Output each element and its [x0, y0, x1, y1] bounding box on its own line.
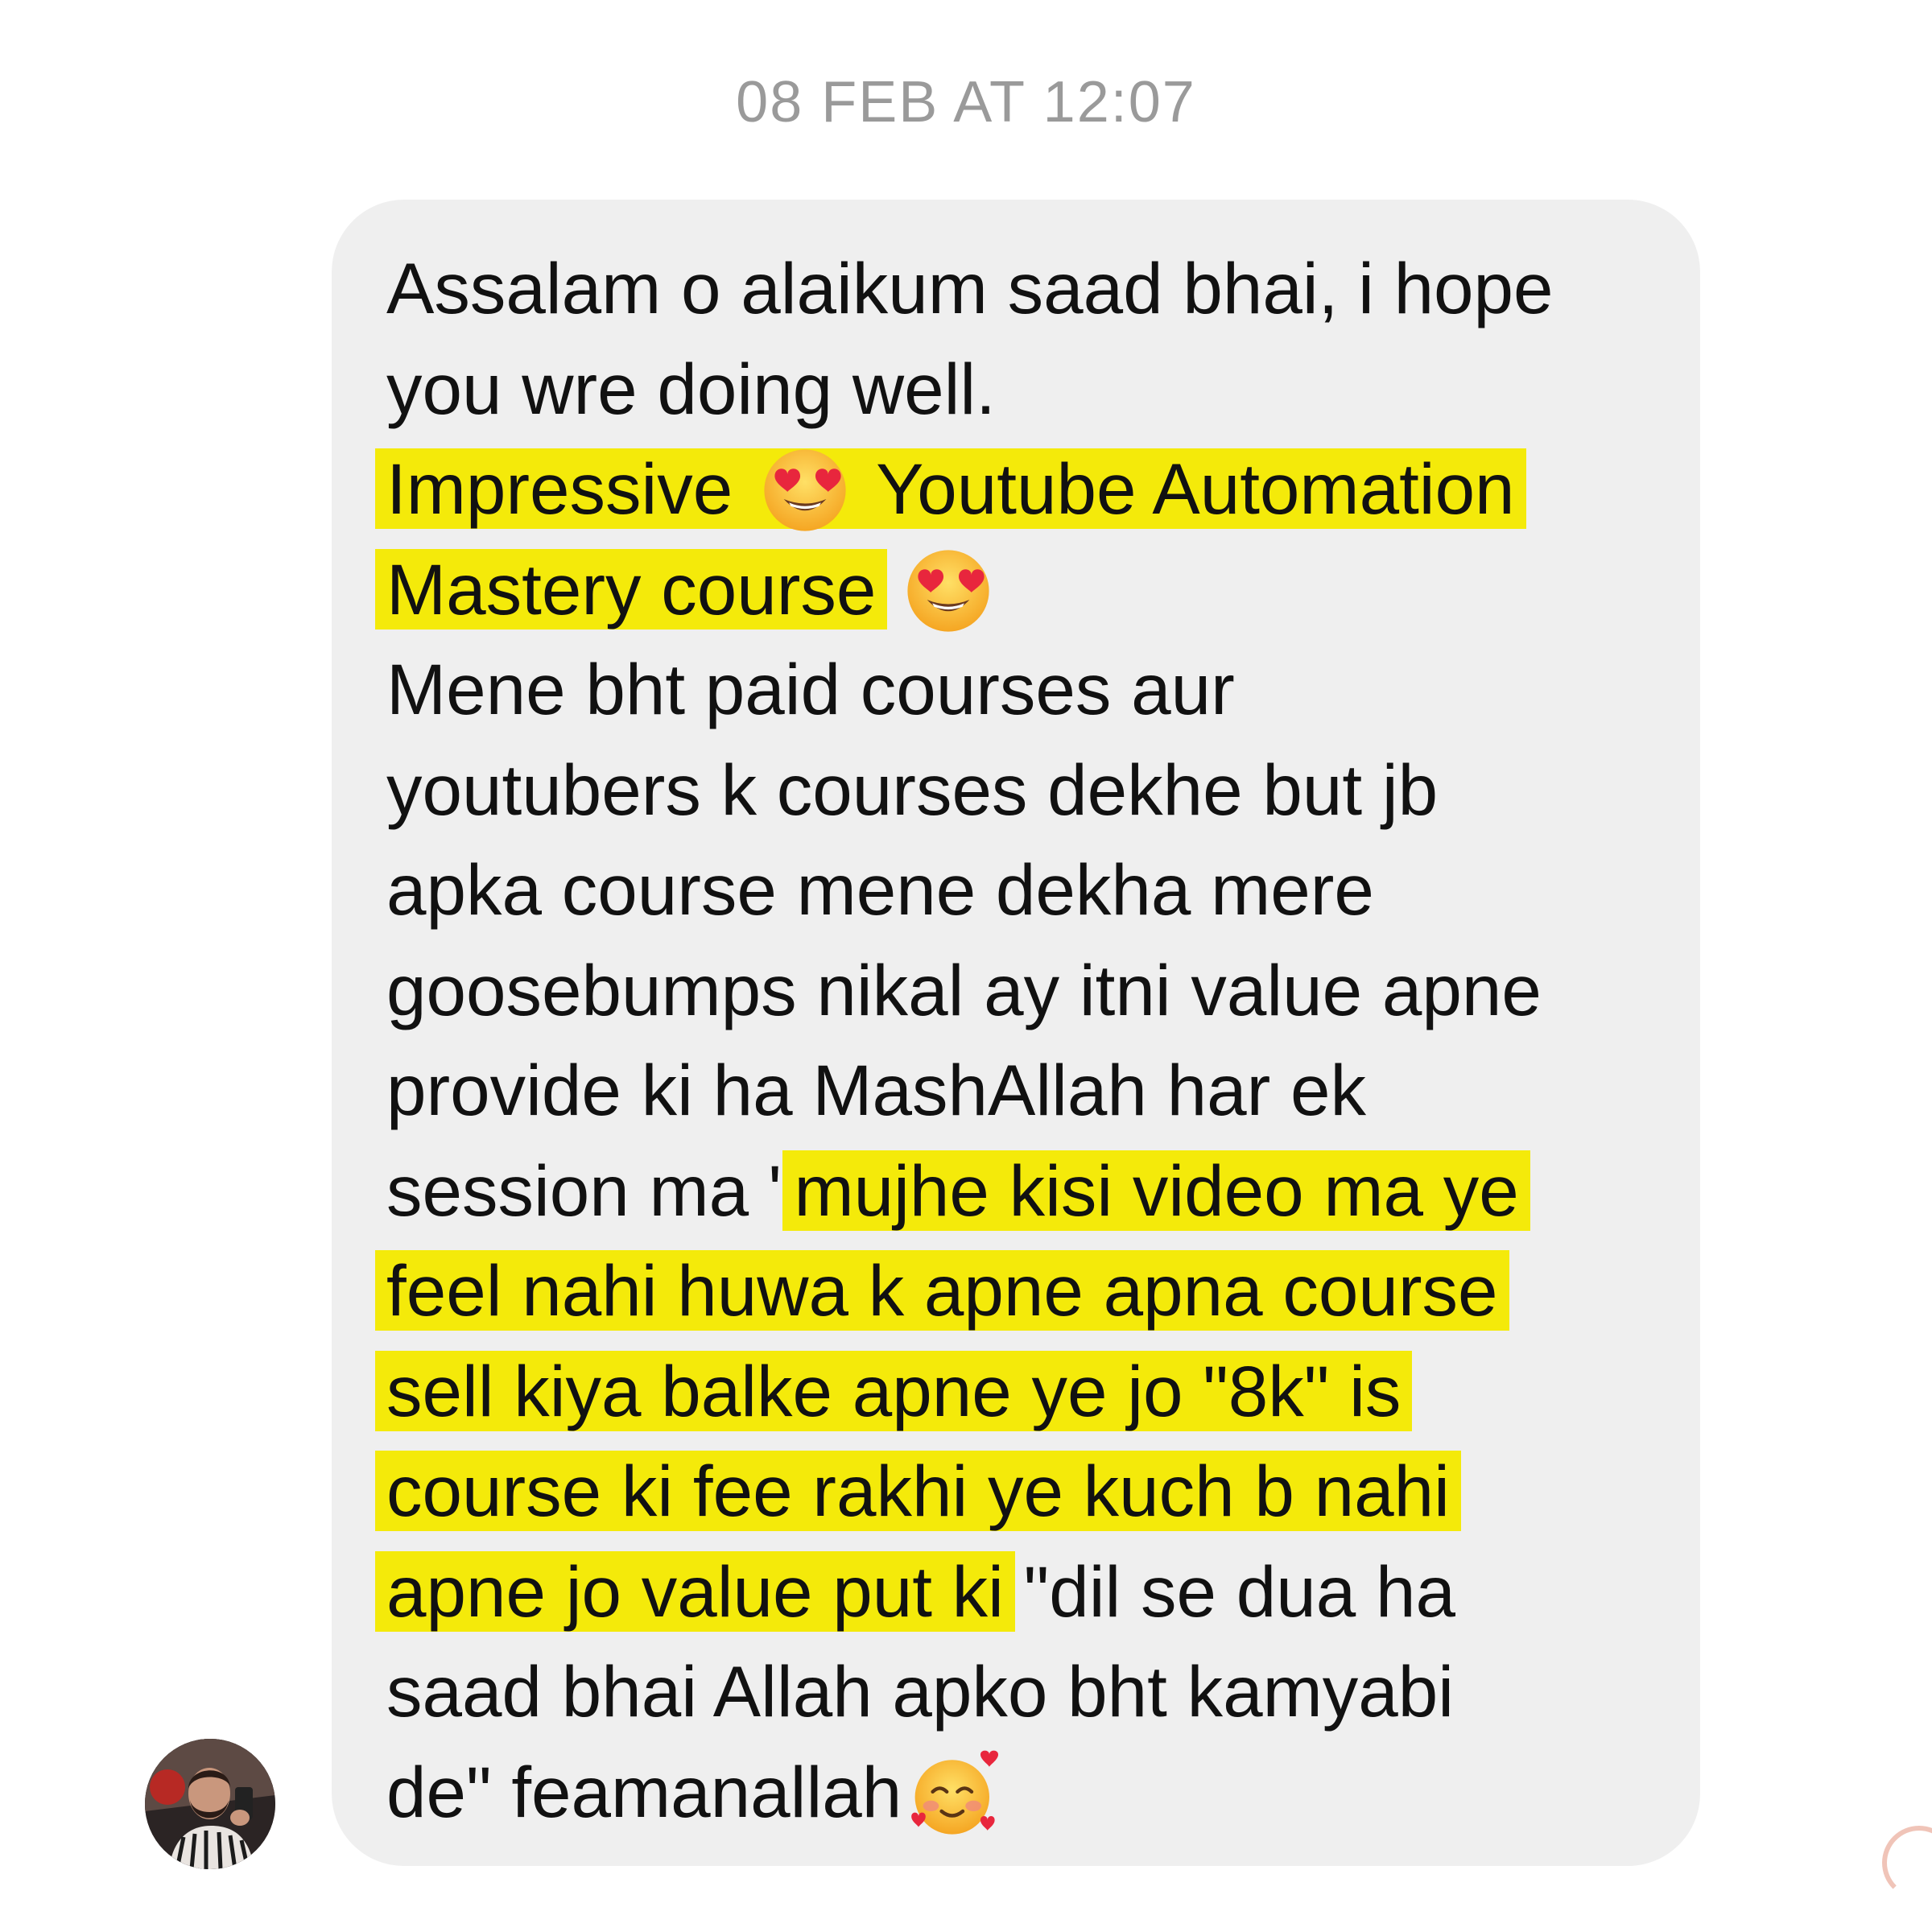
highlighted-text: Mastery course [375, 548, 888, 630]
message-line: de" feamanallah [386, 1742, 1668, 1843]
message-line: feel nahi huwa k apne apna course [375, 1241, 1668, 1341]
message-text-segment: you wre doing well. [386, 348, 996, 429]
message-line: Mastery course [375, 539, 1668, 640]
message-text-segment: goosebumps nikal ay itni value apne [386, 949, 1542, 1030]
highlighted-text: feel nahi huwa k apne apna course [375, 1250, 1509, 1331]
heart-eyes-icon [904, 547, 993, 635]
message-text-segment: "dil se dua ha [1003, 1550, 1455, 1632]
message-text-segment: Mene bht paid courses aur [386, 649, 1235, 729]
heart-eyes-icon [761, 446, 849, 535]
smiling-face-with-hearts-icon [910, 1749, 999, 1838]
message-line: session ma "mujhe kisi video ma ye [386, 1141, 1668, 1241]
message-line: provide ki ha MashAllah har ek [386, 1040, 1668, 1141]
highlighted-text: apne jo value put ki [375, 1550, 1015, 1632]
message-text-segment [876, 549, 896, 630]
avatar-photo [145, 1739, 275, 1869]
message-line: course ki fee rakhi ye kuch b nahi [375, 1441, 1668, 1542]
message-line: Impressive Youtube Automation [375, 439, 1668, 539]
highlighted-text: course ki fee rakhi ye kuch b nahi [375, 1451, 1461, 1531]
highlighted-text: Impressive [375, 448, 764, 529]
message-timestamp: 08 FEB AT 12:07 [736, 70, 1196, 134]
message-line: saad bhai Allah apko bht kamyabi [386, 1641, 1668, 1742]
message-line: sell kiya balke apne ye jo "8k" is [375, 1341, 1668, 1442]
sender-avatar[interactable] [145, 1739, 275, 1869]
message-line: apne jo value put ki "dil se dua ha [375, 1542, 1668, 1642]
message-text-segment: saad bhai Allah apko bht kamyabi [386, 1651, 1455, 1732]
heart-eyes-emoji [896, 549, 1001, 632]
message-bubble[interactable]: Assalam o alaikum saad bhai, i hope you w… [332, 200, 1700, 1866]
message-text: Assalam o alaikum saad bhai, i hope you w… [375, 238, 1668, 1843]
message-text-segment: apka course mene dekha mere [386, 849, 1374, 930]
message-line: apka course mene dekha mere [386, 840, 1668, 940]
message-text-segment: Assalam o alaikum saad bhai, i hope [386, 248, 1554, 328]
highlighted-text: mujhe kisi video ma ye [782, 1150, 1530, 1231]
highlighted-text: Youtube Automation [846, 448, 1526, 529]
message-line: Assalam o alaikum saad bhai, i hope [386, 238, 1668, 339]
message-text-segment: session ma " [386, 1150, 795, 1231]
highlighted-text: sell kiya balke apne ye jo "8k" is [375, 1350, 1413, 1431]
smiling-face-with-hearts-emoji [902, 1750, 1006, 1835]
message-line: youtubers k courses dekhe but jb [386, 740, 1668, 840]
message-text-segment: youtubers k courses dekhe but jb [386, 749, 1439, 830]
message-line: you wre doing well. [386, 339, 1668, 440]
corner-avatar-fragment [1882, 1826, 1932, 1900]
message-text-segment: de" feamanallah [386, 1751, 902, 1832]
message-line: goosebumps nikal ay itni value apne [386, 940, 1668, 1041]
message-line: Mene bht paid courses aur [386, 639, 1668, 740]
message-text-segment: provide ki ha MashAllah har ek [386, 1050, 1366, 1130]
